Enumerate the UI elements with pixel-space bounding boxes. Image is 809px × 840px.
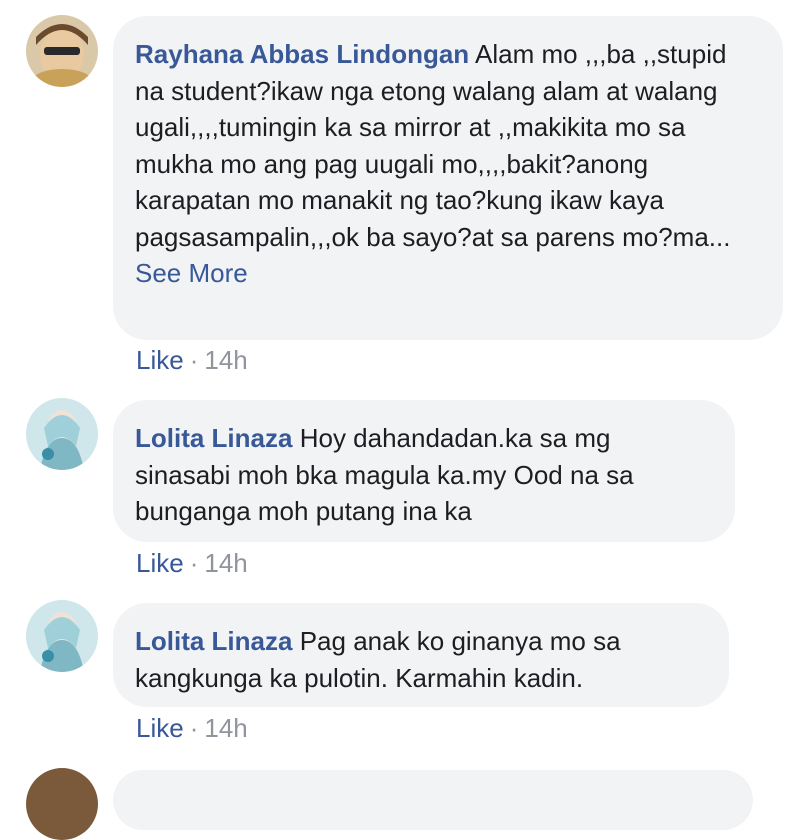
- comment-actions: Like · 14h: [136, 548, 248, 579]
- comment-bubble: Rayhana Abbas Lindongan Alam mo ,,,ba ,,…: [113, 16, 783, 340]
- avatar[interactable]: [26, 600, 98, 672]
- comment-actions: Like · 14h: [136, 345, 248, 376]
- see-more-link[interactable]: See More: [135, 258, 248, 288]
- timestamp[interactable]: 14h: [204, 548, 247, 578]
- comment-bubble: [113, 770, 753, 830]
- separator-dot: ·: [189, 548, 199, 578]
- separator-dot: ·: [189, 713, 199, 743]
- avatar[interactable]: [26, 768, 98, 840]
- comment-bubble: Lolita Linaza Pag anak ko ginanya mo sa …: [113, 603, 729, 707]
- comment-author[interactable]: Rayhana Abbas Lindongan: [135, 39, 469, 69]
- like-button[interactable]: Like: [136, 548, 184, 578]
- avatar[interactable]: [26, 15, 98, 87]
- comment-author[interactable]: Lolita Linaza: [135, 423, 292, 453]
- avatar[interactable]: [26, 398, 98, 470]
- comment-bubble: Lolita Linaza Hoy dahandadan.ka sa mg si…: [113, 400, 735, 542]
- separator-dot: ·: [189, 345, 199, 375]
- comment-actions: Like · 14h: [136, 713, 248, 744]
- timestamp[interactable]: 14h: [204, 713, 247, 743]
- like-button[interactable]: Like: [136, 713, 184, 743]
- comment-author[interactable]: Lolita Linaza: [135, 626, 292, 656]
- like-button[interactable]: Like: [136, 345, 184, 375]
- comment-text: Alam mo ,,,ba ,,stupid na student?ikaw n…: [135, 39, 731, 252]
- timestamp[interactable]: 14h: [204, 345, 247, 375]
